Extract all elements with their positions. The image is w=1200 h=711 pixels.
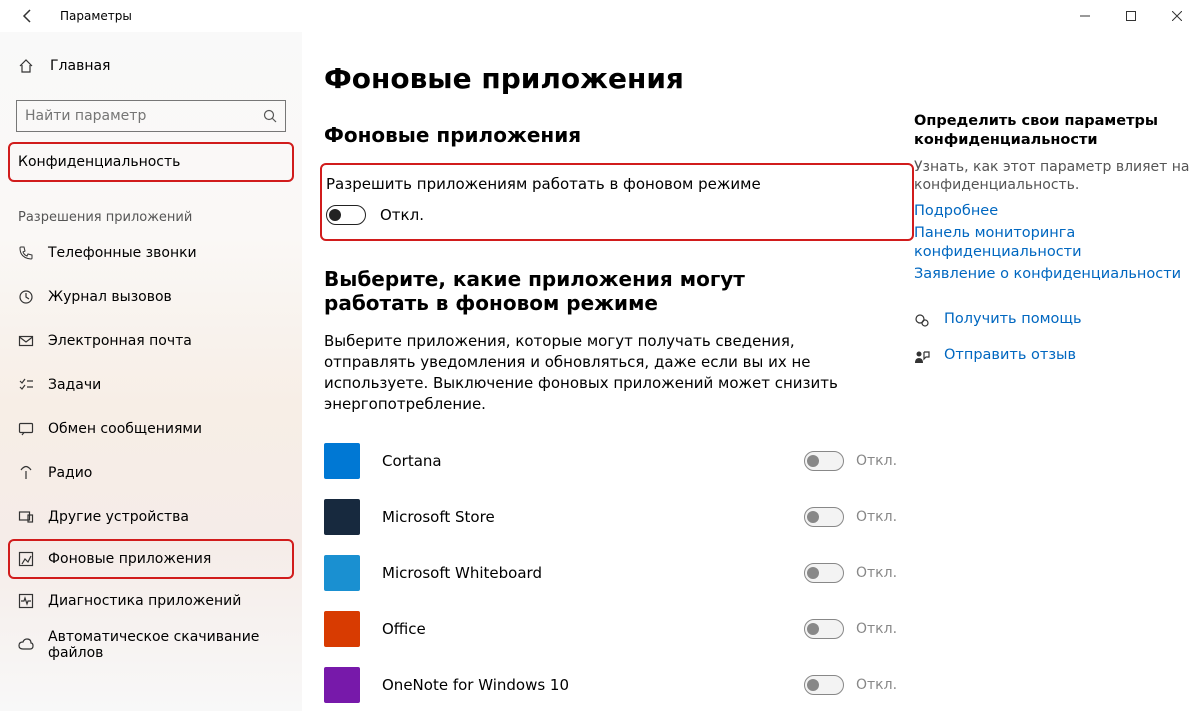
privacy-label: Конфиденциальность <box>18 154 180 170</box>
app-toggle[interactable] <box>804 507 844 527</box>
section-app-permissions: Разрешения приложений <box>0 194 302 231</box>
sidebar-item-email[interactable]: Электронная почта <box>0 319 302 363</box>
sidebar-item-app-diagnostics[interactable]: Диагностика приложений <box>0 579 302 623</box>
feedback-link[interactable]: Отправить отзыв <box>914 346 1192 368</box>
sidebar-item-auto-downloads[interactable]: Автоматическое скачивание файлов <box>0 623 302 667</box>
link-statement[interactable]: Заявление о конфиденциальности <box>914 265 1192 285</box>
close-button[interactable] <box>1154 0 1200 32</box>
sidebar-item-background-apps-highlight[interactable]: Фоновые приложения <box>8 539 294 579</box>
link-dashboard[interactable]: Панель мониторинга конфиденциальности <box>914 224 1192 263</box>
clock-icon <box>18 289 34 305</box>
search-icon <box>263 109 277 123</box>
app-icon <box>324 611 360 647</box>
search-input[interactable] <box>25 108 263 124</box>
sidebar-item-radio[interactable]: Радио <box>0 451 302 495</box>
right-panel: Определить свои параметры конфиденциальн… <box>914 62 1192 711</box>
sidebar-item-messaging[interactable]: Обмен сообщениями <box>0 407 302 451</box>
sidebar-privacy-highlight[interactable]: Конфиденциальность <box>8 142 294 182</box>
app-icon <box>324 443 360 479</box>
right-heading: Определить свои параметры конфиденциальн… <box>914 112 1192 150</box>
sidebar-item-tasks[interactable]: Задачи <box>0 363 302 407</box>
right-text: Узнать, как этот параметр влияет на конф… <box>914 158 1192 194</box>
sidebar-item-label: Электронная почта <box>48 333 192 349</box>
sidebar-item-label: Телефонные звонки <box>48 245 197 261</box>
checklist-icon <box>18 377 34 393</box>
help-icon <box>914 313 930 329</box>
minimize-button[interactable] <box>1062 0 1108 32</box>
content: Фоновые приложения Фоновые приложения Ра… <box>324 62 914 711</box>
sidebar-item-label: Задачи <box>48 377 101 393</box>
background-apps-icon <box>18 551 34 567</box>
app-icon <box>324 667 360 703</box>
description: Выберите приложения, которые могут получ… <box>324 331 844 415</box>
app-name: Microsoft Whiteboard <box>382 564 804 582</box>
sidebar-item-label: Автоматическое скачивание файлов <box>48 629 302 661</box>
app-toggle-state: Откл. <box>856 565 897 581</box>
app-toggle[interactable] <box>804 563 844 583</box>
help-label: Получить помощь <box>944 310 1082 330</box>
app-toggle[interactable] <box>804 451 844 471</box>
maximize-button[interactable] <box>1108 0 1154 32</box>
app-name: Office <box>382 620 804 638</box>
app-name: Cortana <box>382 452 804 470</box>
app-toggle-state: Откл. <box>856 509 897 525</box>
app-icon <box>324 499 360 535</box>
sidebar-item-label: Другие устройства <box>48 509 189 525</box>
feedback-icon <box>914 349 930 365</box>
home-nav[interactable]: Главная <box>0 46 302 86</box>
app-toggle-state: Откл. <box>856 453 897 469</box>
master-toggle-highlight: Разрешить приложениям работать в фоновом… <box>320 163 914 241</box>
app-row: OneNote for Windows 10 Откл. <box>324 657 914 711</box>
app-row: Microsoft Whiteboard Откл. <box>324 545 914 601</box>
master-toggle-label: Разрешить приложениям работать в фоновом… <box>326 175 898 193</box>
link-more[interactable]: Подробнее <box>914 202 1192 222</box>
section-heading-bg-apps: Фоновые приложения <box>324 123 914 147</box>
app-toggle[interactable] <box>804 619 844 639</box>
app-row: Office Откл. <box>324 601 914 657</box>
home-icon <box>18 58 34 74</box>
sidebar-item-call-history[interactable]: Журнал вызовов <box>0 275 302 319</box>
sidebar-item-label: Журнал вызовов <box>48 289 172 305</box>
phone-icon <box>18 245 34 261</box>
message-icon <box>18 421 34 437</box>
section-heading-choose: Выберите, какие приложения могут работат… <box>324 267 794 315</box>
sidebar: Главная Конфиденциальность Разрешения пр… <box>0 32 302 711</box>
search-box[interactable] <box>16 100 286 132</box>
titlebar: Параметры <box>0 0 1200 32</box>
back-button[interactable] <box>16 4 40 28</box>
feedback-label: Отправить отзыв <box>944 346 1076 366</box>
app-icon <box>324 555 360 591</box>
sidebar-item-other-devices[interactable]: Другие устройства <box>0 495 302 539</box>
radio-icon <box>18 465 34 481</box>
diagnostics-icon <box>18 593 34 609</box>
master-toggle-state: Откл. <box>380 206 424 224</box>
app-name: Microsoft Store <box>382 508 804 526</box>
sidebar-item-label: Диагностика приложений <box>48 593 241 609</box>
app-name: OneNote for Windows 10 <box>382 676 804 694</box>
help-link[interactable]: Получить помощь <box>914 310 1192 332</box>
app-row: Microsoft Store Откл. <box>324 489 914 545</box>
page-title: Фоновые приложения <box>324 62 914 95</box>
window-title: Параметры <box>60 9 1062 23</box>
app-toggle-state: Откл. <box>856 621 897 637</box>
sidebar-item-label: Фоновые приложения <box>48 551 211 567</box>
app-toggle-state: Откл. <box>856 677 897 693</box>
sidebar-item-label: Радио <box>48 465 92 481</box>
home-label: Главная <box>50 58 110 74</box>
devices-icon <box>18 509 34 525</box>
mail-icon <box>18 333 34 349</box>
app-toggle[interactable] <box>804 675 844 695</box>
sidebar-item-phone-calls[interactable]: Телефонные звонки <box>0 231 302 275</box>
cloud-icon <box>18 637 34 653</box>
master-toggle[interactable] <box>326 205 366 225</box>
app-row: Cortana Откл. <box>324 433 914 489</box>
sidebar-item-label: Обмен сообщениями <box>48 421 202 437</box>
